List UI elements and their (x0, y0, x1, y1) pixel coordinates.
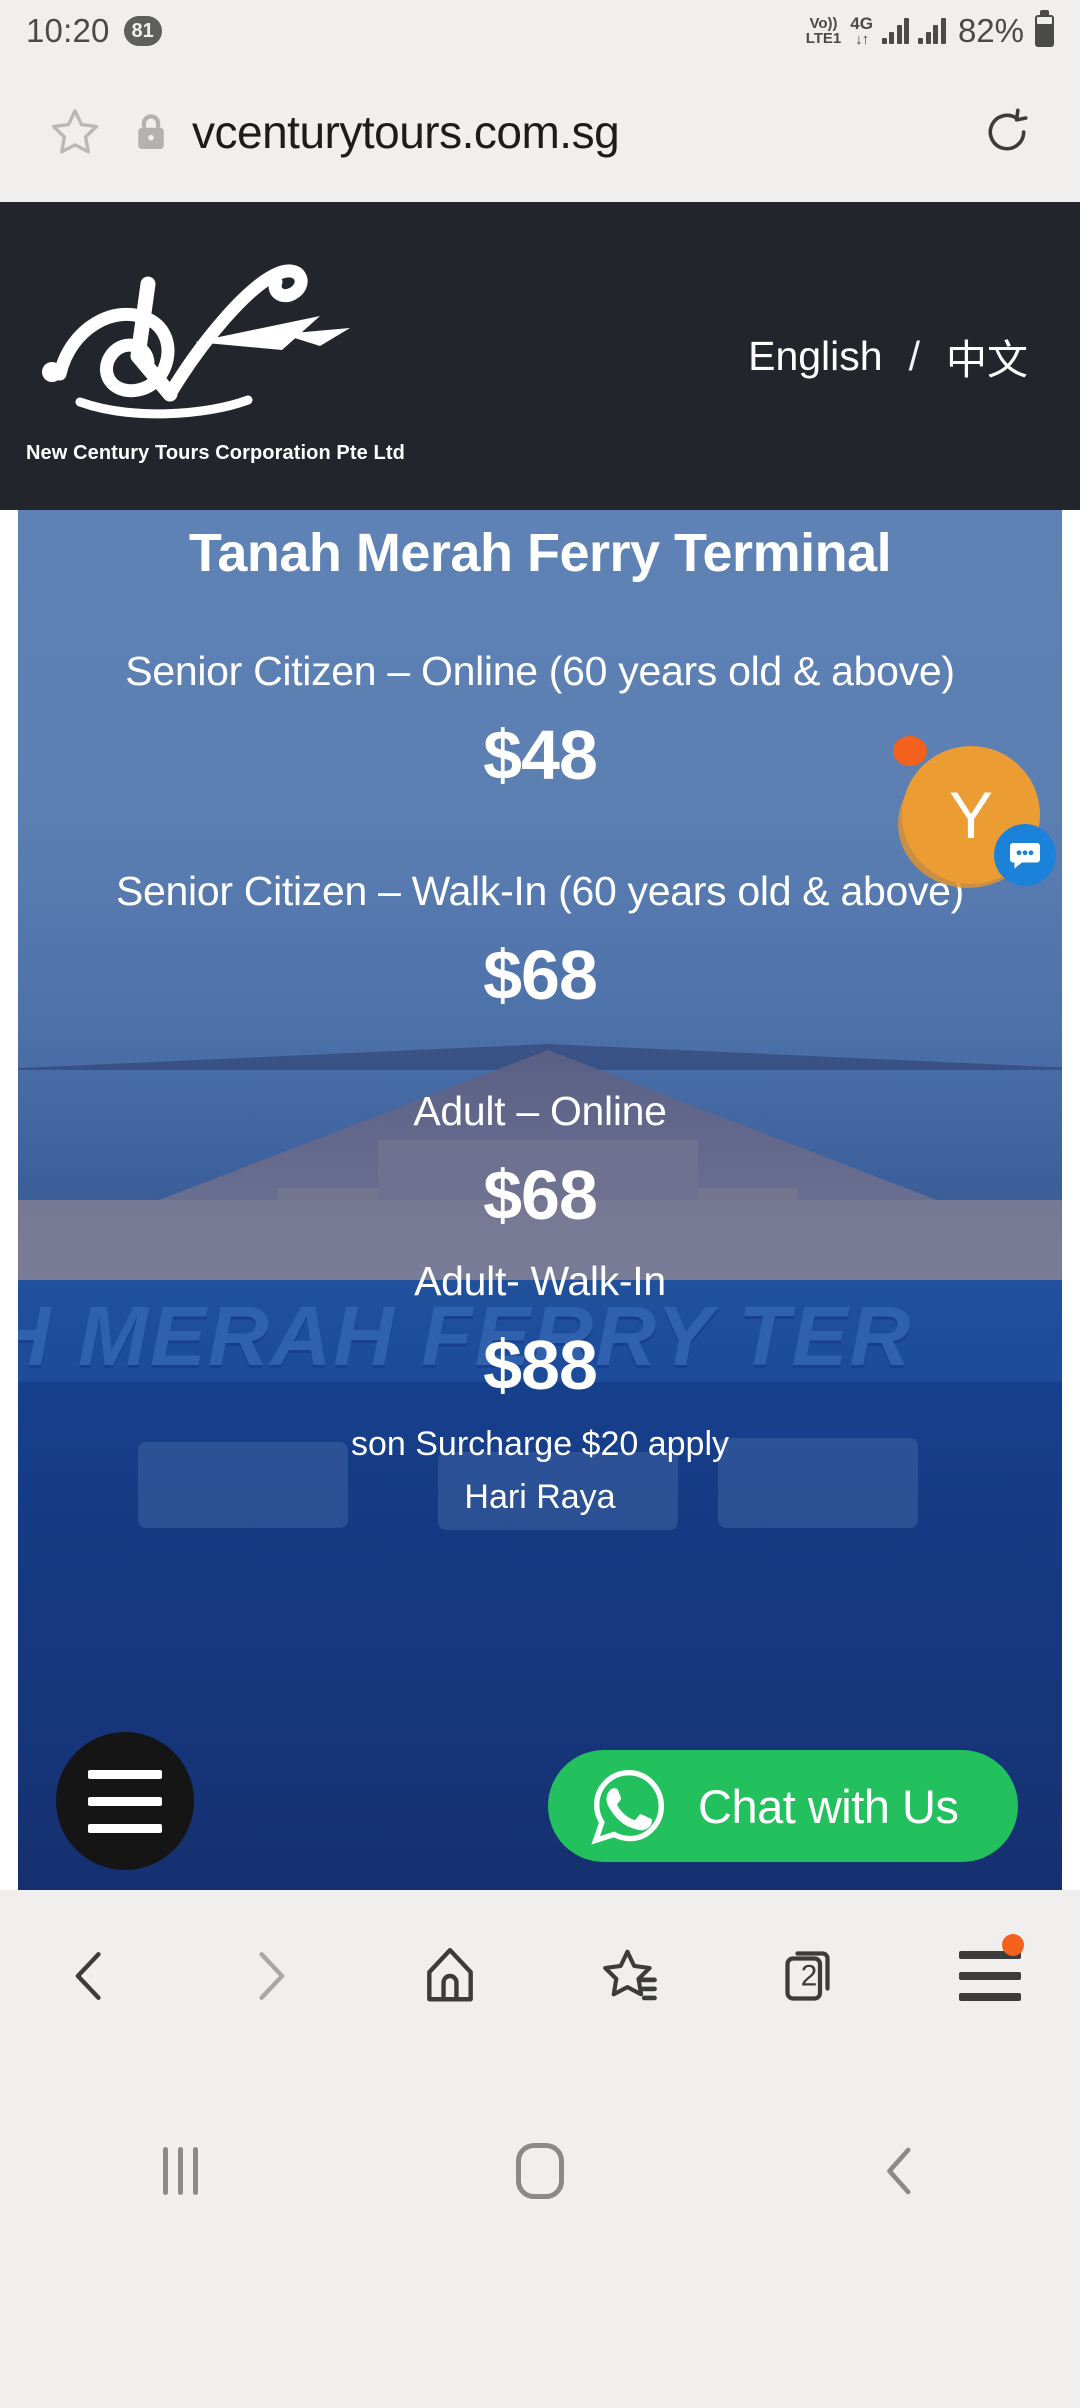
phone-screen: 10:20 81 Vo)) LTE1 4G ↓↑ 82% vcenturytou… (0, 0, 1080, 2408)
fare-price: $68 (483, 936, 598, 1015)
fare-price: $68 (483, 1156, 598, 1235)
site-header: New Century Tours Corporation Pte Ltd En… (0, 202, 1080, 510)
signal-bars-icon-sim1 (881, 18, 910, 44)
system-home-button[interactable] (360, 2126, 720, 2216)
hero-text-layer: Tanah Merah Ferry Terminal Senior Citize… (18, 510, 1062, 1890)
back-icon (887, 2147, 911, 2195)
whatsapp-chat-button[interactable]: Chat with Us (548, 1750, 1018, 1862)
status-bar-left: 10:20 81 (26, 12, 162, 50)
data-transfer-arrows-icon: ↓↑ (855, 31, 869, 48)
network-type-label: 4G (850, 14, 873, 33)
chat-avatar-widget[interactable]: Y (893, 736, 1056, 892)
url-text[interactable]: vcenturytours.com.sg (192, 105, 968, 159)
battery-percent-label: 82% (957, 12, 1024, 49)
language-english[interactable]: English (748, 333, 882, 380)
whatsapp-chat-label: Chat with Us (698, 1779, 959, 1833)
volte-top-label: Vo)) (809, 15, 838, 32)
menu-notification-dot (1002, 1934, 1024, 1956)
recents-icon (162, 2147, 198, 2195)
4g-icon: 4G ↓↑ (850, 15, 873, 47)
signal-bars-icon-sim2 (918, 18, 946, 44)
home-icon (516, 2143, 564, 2199)
chat-bubble-icon[interactable] (994, 824, 1056, 886)
ferry-terminal-hero: H MERAH FERRY TER Tanah Merah Ferry Term… (18, 510, 1062, 1890)
language-chinese[interactable]: 中文 (946, 326, 1028, 386)
notification-count-badge: 81 (123, 16, 162, 46)
page-title: Tanah Merah Ferry Terminal (188, 523, 892, 583)
fare-price: $88 (483, 1326, 598, 1405)
browser-bottom-nav: 2 (0, 1890, 1080, 2062)
forward-icon (259, 1952, 285, 2000)
status-bar-right: Vo)) LTE1 4G ↓↑ 82% (806, 10, 1054, 50)
reload-icon[interactable] (982, 107, 1032, 157)
browser-bookmarks-button[interactable] (540, 1890, 720, 2062)
browser-home-button[interactable] (360, 1890, 540, 2062)
fare-label: Senior Citizen – Online (60 years old & … (125, 648, 955, 694)
chat-avatar-notification-dot (893, 736, 927, 766)
whatsapp-icon (591, 1769, 664, 1845)
status-bar-clock: 10:20 (26, 12, 110, 49)
browser-forward-button[interactable] (180, 1890, 360, 2062)
home-icon (427, 1947, 473, 2002)
system-back-button[interactable] (720, 2126, 1080, 2216)
android-system-nav (0, 2062, 1080, 2408)
system-recents-button[interactable] (0, 2126, 360, 2216)
new-century-tours-logo-icon[interactable] (20, 224, 420, 434)
volte-bottom-label: LTE1 (805, 30, 842, 47)
browser-menu-button[interactable] (900, 1890, 1080, 2062)
fare-note-line: son Surcharge $20 apply (350, 1425, 730, 1463)
battery-icon (1035, 10, 1054, 47)
language-switcher[interactable]: English / 中文 (748, 202, 1028, 510)
hamburger-menu-icon (88, 1761, 162, 1842)
fare-note-line: Hari Raya (464, 1477, 616, 1516)
volte-icon: Vo)) LTE1 (806, 16, 842, 46)
browser-url-bar[interactable]: vcenturytours.com.sg (0, 62, 1080, 202)
browser-tabs-button[interactable]: 2 (720, 1890, 900, 2062)
page-content: H MERAH FERRY TER Tanah Merah Ferry Term… (0, 510, 1080, 1890)
hamburger-menu-icon (959, 1951, 1021, 2001)
fare-label: Adult – Online (413, 1088, 667, 1134)
status-bar: 10:20 81 Vo)) LTE1 4G ↓↑ 82% (0, 0, 1080, 62)
fare-notes: son Surcharge $20 apply Hari Raya (18, 1418, 1062, 1523)
lock-icon (138, 114, 164, 149)
fare-row: Adult – Online $68 (18, 1088, 1062, 1235)
back-icon (75, 1952, 101, 2000)
fare-label: Adult- Walk-In (414, 1258, 666, 1304)
browser-back-button[interactable] (0, 1890, 180, 2062)
tab-count-label: 2 (800, 1959, 818, 1993)
brand-name: New Century Tours Corporation Pte Ltd (26, 442, 405, 464)
fare-row: Adult- Walk-In $88 (18, 1258, 1062, 1405)
floating-menu-button[interactable] (56, 1732, 194, 1870)
language-separator: / (908, 332, 920, 379)
bookmark-star-icon[interactable] (48, 105, 102, 159)
bookmarks-star-icon (603, 1949, 657, 2001)
